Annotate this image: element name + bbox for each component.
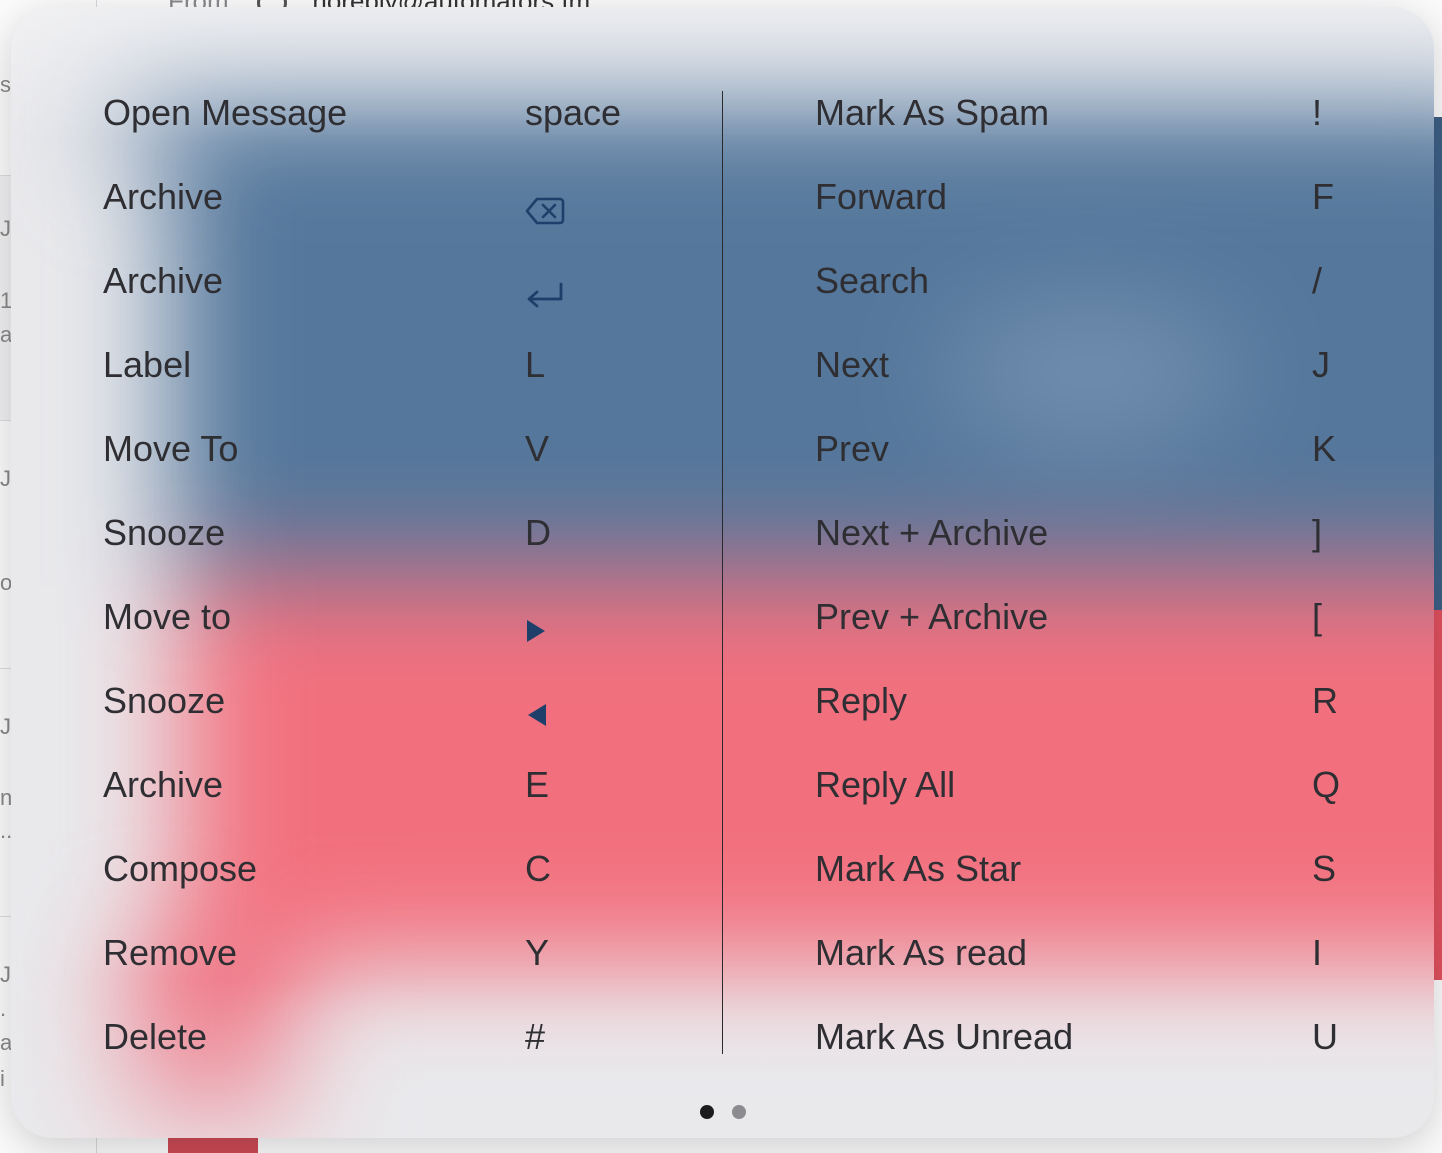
list-fragment: J <box>0 962 11 987</box>
shortcut-mark-as-star: Mark As Star S <box>815 839 1375 899</box>
shortcut-key: K <box>1312 428 1337 469</box>
shortcut-next: Next J <box>815 335 1375 395</box>
shortcut-action: Archive <box>103 764 224 805</box>
shortcut-key: U <box>1312 1016 1338 1057</box>
shortcut-key: Q <box>1312 764 1341 805</box>
shortcut-next-archive: Next + Archive ] <box>815 503 1375 563</box>
shortcut-compose: Compose C <box>103 839 663 899</box>
shortcut-move-to: Move To V <box>103 419 663 479</box>
shortcut-action: Prev <box>815 428 890 469</box>
keyboard-shortcuts-overlay: Open Message space Archive Archive Label… <box>11 7 1434 1138</box>
shortcut-key: ] <box>1312 512 1323 553</box>
scroll-edge-red <box>1434 610 1442 980</box>
shortcut-key: Y <box>525 932 550 973</box>
shortcut-key: V <box>525 428 550 469</box>
list-fragment: J <box>0 216 11 241</box>
shortcut-action: Prev + Archive <box>815 596 1049 637</box>
shortcut-action: Forward <box>815 176 948 217</box>
list-fragment: . <box>0 996 7 1021</box>
shortcut-mark-as-spam: Mark As Spam ! <box>815 83 1375 143</box>
shortcut-action: Archive <box>103 260 224 301</box>
page-indicator <box>11 1105 1434 1119</box>
page-dot-1[interactable] <box>699 1105 714 1119</box>
list-fragment: J <box>0 466 11 491</box>
shortcut-key: space <box>525 92 622 133</box>
left-arrow-icon <box>525 687 565 726</box>
shortcut-action: Next + Archive <box>815 512 1049 553</box>
shortcut-key: J <box>1312 344 1330 385</box>
list-fragment: J <box>0 714 11 739</box>
list-fragment: i <box>0 1066 5 1091</box>
scroll-edge-blue <box>1434 117 1442 610</box>
right-arrow-icon <box>525 603 565 642</box>
shortcut-label: Label L <box>103 335 663 395</box>
shortcut-key: ! <box>1312 92 1323 133</box>
shortcut-move-to-arrow: Move to <box>103 587 663 647</box>
shortcut-mark-as-unread: Mark As Unread U <box>815 1007 1375 1067</box>
shortcut-action: Delete <box>103 1016 208 1057</box>
shortcut-mark-as-read: Mark As read I <box>815 923 1375 983</box>
shortcut-action: Next <box>815 344 890 385</box>
shortcut-action: Reply <box>815 680 908 721</box>
shortcut-archive-return: Archive <box>103 251 663 311</box>
column-divider <box>722 91 723 1054</box>
shortcut-prev: Prev K <box>815 419 1375 479</box>
shortcut-key: [ <box>1312 596 1323 637</box>
shortcut-action: Mark As Unread <box>815 1016 1074 1057</box>
shortcut-key: E <box>525 764 550 805</box>
shortcut-archive-backspace: Archive <box>103 167 663 227</box>
delete-backward-icon <box>525 183 565 225</box>
shortcut-snooze: Snooze D <box>103 503 663 563</box>
shortcut-action: Remove <box>103 932 238 973</box>
shortcut-action: Mark As Star <box>815 848 1022 889</box>
shortcut-action: Snooze <box>103 680 226 721</box>
shortcut-delete: Delete # <box>103 1007 663 1067</box>
shortcut-action: Reply All <box>815 764 956 805</box>
shortcut-action: Compose <box>103 848 258 889</box>
shortcut-key: C <box>525 848 551 889</box>
shortcut-key: I <box>1312 932 1323 973</box>
shortcut-action: Label <box>103 344 192 385</box>
shortcut-open-message: Open Message space <box>103 83 663 143</box>
shortcut-forward: Forward F <box>815 167 1375 227</box>
shortcut-action: Search <box>815 260 930 301</box>
page-dot-2[interactable] <box>731 1105 746 1119</box>
shortcut-reply-all: Reply All Q <box>815 755 1375 815</box>
shortcut-action: Open Message <box>103 92 348 133</box>
shortcut-action: Archive <box>103 176 224 217</box>
shortcut-reply: Reply R <box>815 671 1375 731</box>
shortcut-action: Snooze <box>103 512 226 553</box>
shortcut-key: R <box>1312 680 1338 721</box>
shortcut-action: Mark As Spam <box>815 92 1050 133</box>
shortcut-action: Move to <box>103 596 232 637</box>
return-icon <box>525 267 565 308</box>
shortcut-action: Mark As read <box>815 932 1028 973</box>
shortcut-action: Move To <box>103 428 239 469</box>
shortcut-key: # <box>525 1016 546 1057</box>
shortcut-snooze-arrow: Snooze <box>103 671 663 731</box>
shortcut-prev-archive: Prev + Archive [ <box>815 587 1375 647</box>
shortcut-archive: Archive E <box>103 755 663 815</box>
shortcut-key: S <box>1312 848 1337 889</box>
shortcut-key: D <box>525 512 551 553</box>
shortcut-remove: Remove Y <box>103 923 663 983</box>
shortcut-key: / <box>1312 260 1323 301</box>
shortcut-key: F <box>1312 176 1334 217</box>
shortcut-search: Search / <box>815 251 1375 311</box>
shortcut-key: L <box>525 344 546 385</box>
